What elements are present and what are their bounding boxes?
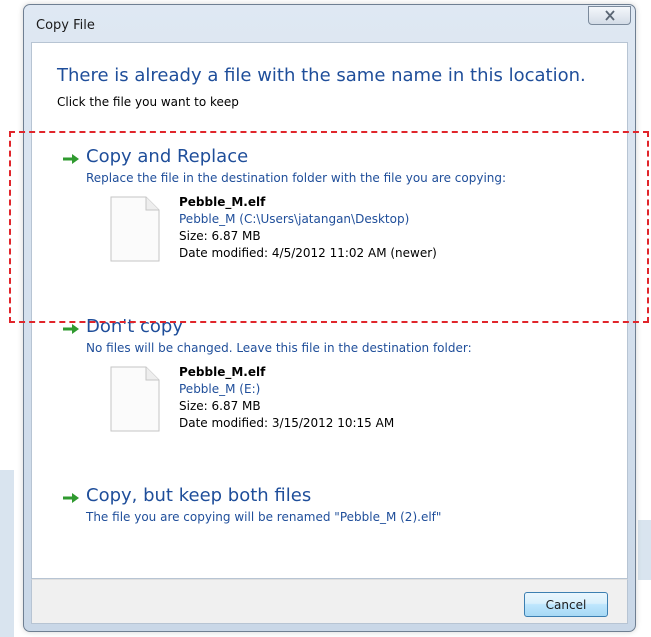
option-keep-both[interactable]: Copy, but keep both files The file you a… [62, 485, 617, 533]
cancel-button[interactable]: Cancel [524, 592, 608, 617]
window-title: Copy File [36, 18, 95, 33]
file-location: Pebble_M (E:) [179, 382, 261, 396]
option-description: Replace the file in the destination fold… [86, 171, 507, 185]
file-name: Pebble_M.elf [179, 365, 266, 379]
green-arrow-icon [63, 493, 79, 503]
dialog-content: There is already a file with the same na… [31, 42, 628, 579]
green-arrow-icon [63, 154, 79, 164]
file-size: Size: 6.87 MB [179, 229, 261, 243]
main-heading: There is already a file with the same na… [57, 65, 586, 86]
file-location: Pebble_M (C:\Users\jatangan\Desktop) [179, 212, 410, 226]
title-bar[interactable]: Copy File [24, 5, 635, 43]
backdrop-strip-left [0, 470, 14, 637]
option-title: Copy and Replace [86, 146, 249, 167]
close-button[interactable] [588, 6, 631, 25]
option-title: Copy, but keep both files [86, 485, 312, 506]
file-date-modified: Date modified: 4/5/2012 11:02 AM (newer) [179, 246, 437, 260]
copy-file-dialog: Copy File There is already a file with t… [23, 4, 636, 632]
file-date-modified: Date modified: 3/15/2012 10:15 AM [179, 416, 395, 430]
dialog-footer: Cancel [31, 579, 628, 624]
file-name: Pebble_M.elf [179, 195, 266, 209]
option-title: Don't copy [86, 316, 183, 337]
green-arrow-icon [63, 324, 79, 334]
close-icon [604, 10, 615, 21]
option-description: No files will be changed. Leave this fil… [86, 341, 472, 355]
option-description: The file you are copying will be renamed… [86, 510, 442, 524]
file-size: Size: 6.87 MB [179, 399, 261, 413]
document-icon [110, 366, 160, 432]
sub-heading: Click the file you want to keep [57, 95, 239, 109]
file-info: Pebble_M.elf Pebble_M (C:\Users\jatangan… [179, 194, 437, 262]
file-info: Pebble_M.elf Pebble_M (E:) Size: 6.87 MB… [179, 364, 394, 432]
document-icon [110, 196, 160, 262]
option-dont-copy[interactable]: Don't copy No files will be changed. Lea… [62, 316, 617, 446]
backdrop-strip-right [638, 520, 651, 580]
option-copy-and-replace[interactable]: Copy and Replace Replace the file in the… [62, 146, 617, 276]
